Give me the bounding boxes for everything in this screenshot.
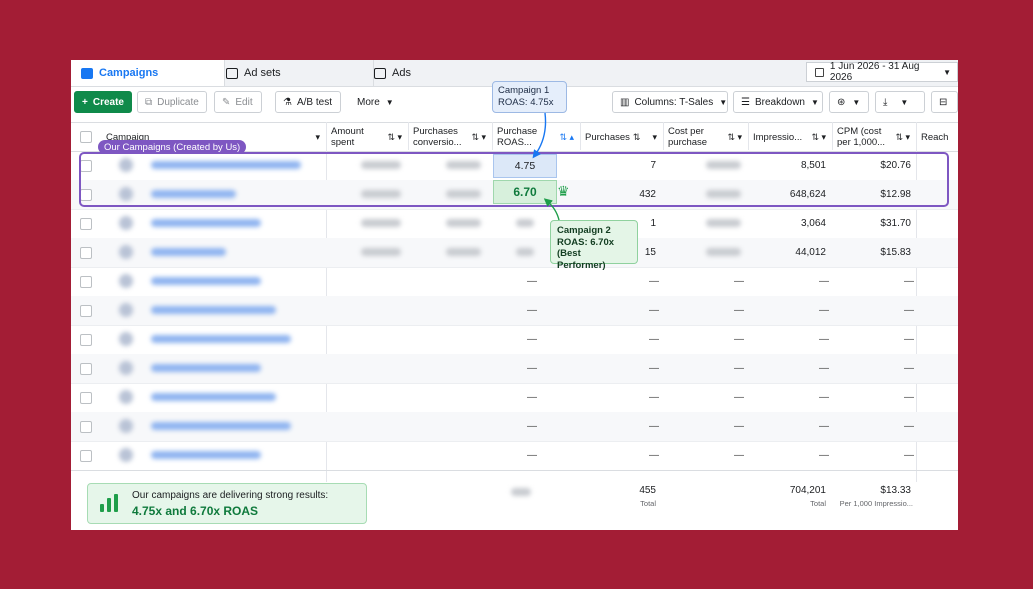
callout-arrows xyxy=(532,112,560,221)
arrow-to-campaign-2 xyxy=(543,198,560,221)
results-badge: Our campaigns are delivering strong resu… xyxy=(87,483,367,524)
results-badge-line1: Our campaigns are delivering strong resu… xyxy=(132,490,329,501)
ads-manager-panel: Campaigns Ad sets Ads 1 Jun 2026 - 31 Au… xyxy=(71,60,958,530)
arrow-to-campaign-1 xyxy=(532,112,547,159)
bar-chart-icon xyxy=(100,494,118,512)
results-badge-line2: 4.75x and 6.70x ROAS xyxy=(132,504,259,518)
